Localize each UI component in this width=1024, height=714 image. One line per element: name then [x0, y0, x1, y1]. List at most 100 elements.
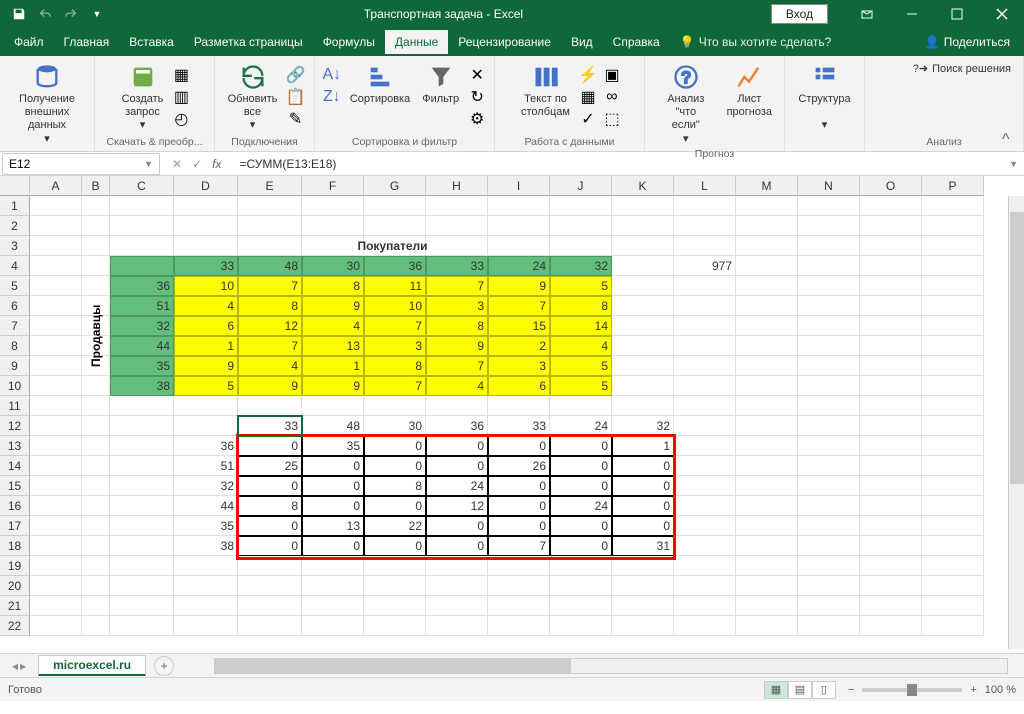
cell-D9[interactable]: 9 — [174, 356, 238, 376]
flash-fill-icon[interactable]: ⚡ — [578, 65, 598, 85]
save-icon[interactable] — [8, 3, 30, 25]
cell-D14[interactable]: 51 — [174, 456, 238, 476]
cell-H8[interactable]: 9 — [426, 336, 488, 356]
sort-button[interactable]: Сортировка — [346, 61, 414, 108]
cell-J13[interactable]: 0 — [550, 436, 612, 456]
row-header-15[interactable]: 15 — [0, 476, 30, 496]
cell-E4[interactable]: 48 — [238, 256, 302, 276]
cell-D6[interactable]: 4 — [174, 296, 238, 316]
collapse-ribbon-icon[interactable]: ^ — [1002, 131, 1020, 149]
cell-K12[interactable]: 32 — [612, 416, 674, 436]
filter-button[interactable]: Фильтр — [418, 61, 463, 108]
sheet-tab[interactable]: microexcel.ru — [38, 655, 146, 676]
menu-help[interactable]: Справка — [603, 30, 670, 54]
enter-icon[interactable]: ✓ — [192, 157, 202, 171]
cell-K17[interactable]: 0 — [612, 516, 674, 536]
row-header-4[interactable]: 4 — [0, 256, 30, 276]
cell-I9[interactable]: 3 — [488, 356, 550, 376]
cell-F18[interactable]: 0 — [302, 536, 364, 556]
cell-E18[interactable]: 0 — [238, 536, 302, 556]
select-all-corner[interactable] — [0, 176, 30, 196]
cell-D16[interactable]: 44 — [174, 496, 238, 516]
row-header-7[interactable]: 7 — [0, 316, 30, 336]
cell-H5[interactable]: 7 — [426, 276, 488, 296]
row-header-14[interactable]: 14 — [0, 456, 30, 476]
col-header-E[interactable]: E — [238, 176, 302, 196]
cell-J6[interactable]: 8 — [550, 296, 612, 316]
cell-E16[interactable]: 8 — [238, 496, 302, 516]
normal-view-icon[interactable]: ▦ — [764, 681, 788, 699]
row-header-2[interactable]: 2 — [0, 216, 30, 236]
new-query-button[interactable]: Создать запрос ▾ — [118, 61, 168, 135]
cell-D7[interactable]: 6 — [174, 316, 238, 336]
cell-J17[interactable]: 0 — [550, 516, 612, 536]
consolidate-icon[interactable]: ▣ — [602, 65, 622, 85]
menu-layout[interactable]: Разметка страницы — [184, 30, 313, 54]
col-header-J[interactable]: J — [550, 176, 612, 196]
col-header-P[interactable]: P — [922, 176, 984, 196]
cell-G12[interactable]: 30 — [364, 416, 426, 436]
cell-D13[interactable]: 36 — [174, 436, 238, 456]
cell-J10[interactable]: 5 — [550, 376, 612, 396]
relationships-icon[interactable]: ∞ — [602, 87, 622, 107]
zoom-out-icon[interactable]: − — [848, 684, 854, 696]
cell-E14[interactable]: 25 — [238, 456, 302, 476]
clear-filter-icon[interactable]: ✕ — [467, 65, 487, 85]
cell-G5[interactable]: 11 — [364, 276, 426, 296]
cell-D15[interactable]: 32 — [174, 476, 238, 496]
col-header-C[interactable]: C — [110, 176, 174, 196]
col-header-D[interactable]: D — [174, 176, 238, 196]
cell-I16[interactable]: 0 — [488, 496, 550, 516]
menu-review[interactable]: Рецензирование — [448, 30, 561, 54]
cell-I13[interactable]: 0 — [488, 436, 550, 456]
col-header-L[interactable]: L — [674, 176, 736, 196]
cell-E7[interactable]: 12 — [238, 316, 302, 336]
cell-G14[interactable]: 0 — [364, 456, 426, 476]
col-header-I[interactable]: I — [488, 176, 550, 196]
row-header-20[interactable]: 20 — [0, 576, 30, 596]
cell-E17[interactable]: 0 — [238, 516, 302, 536]
cell-H14[interactable]: 0 — [426, 456, 488, 476]
connections-icon[interactable]: 🔗 — [285, 65, 305, 85]
menu-tell[interactable]: 💡Что вы хотите сделать? — [670, 30, 842, 54]
cell-J7[interactable]: 14 — [550, 316, 612, 336]
advanced-icon[interactable]: ⚙ — [467, 109, 487, 129]
cell-E12[interactable]: 33 — [238, 416, 302, 436]
get-external-data-button[interactable]: Получение внешних данных ▾ — [8, 61, 86, 148]
cell-E10[interactable]: 9 — [238, 376, 302, 396]
cell-L4[interactable]: 977 — [674, 256, 736, 276]
cell-C6[interactable]: 51 — [110, 296, 174, 316]
cell-G15[interactable]: 8 — [364, 476, 426, 496]
col-header-K[interactable]: K — [612, 176, 674, 196]
add-sheet-button[interactable]: + — [154, 656, 174, 676]
reapply-icon[interactable]: ↻ — [467, 87, 487, 107]
cell-H9[interactable]: 7 — [426, 356, 488, 376]
cell-F7[interactable]: 4 — [302, 316, 364, 336]
col-header-H[interactable]: H — [426, 176, 488, 196]
cell-I14[interactable]: 26 — [488, 456, 550, 476]
row-header-13[interactable]: 13 — [0, 436, 30, 456]
tab-next-icon[interactable]: ▸ — [20, 659, 26, 673]
cell-C9[interactable]: 35 — [110, 356, 174, 376]
cell-F4[interactable]: 30 — [302, 256, 364, 276]
from-table-icon[interactable]: ▥ — [171, 87, 191, 107]
cell-D18[interactable]: 38 — [174, 536, 238, 556]
cell-I4[interactable]: 24 — [488, 256, 550, 276]
structure-button[interactable]: Структура▾ — [794, 61, 854, 135]
cell-F9[interactable]: 1 — [302, 356, 364, 376]
cell-C4[interactable] — [110, 256, 174, 276]
cell-H7[interactable]: 8 — [426, 316, 488, 336]
close-icon[interactable] — [979, 0, 1024, 28]
tab-nav[interactable]: ◂▸ — [0, 659, 38, 673]
cell-F8[interactable]: 13 — [302, 336, 364, 356]
menu-home[interactable]: Главная — [54, 30, 120, 54]
manage-model-icon[interactable]: ⬚ — [602, 109, 622, 129]
menu-formulas[interactable]: Формулы — [313, 30, 385, 54]
row-header-18[interactable]: 18 — [0, 536, 30, 556]
row-header-1[interactable]: 1 — [0, 196, 30, 216]
cell-D4[interactable]: 33 — [174, 256, 238, 276]
cell-I12[interactable]: 33 — [488, 416, 550, 436]
cell-G7[interactable]: 7 — [364, 316, 426, 336]
fx-icon[interactable]: fx — [212, 157, 221, 171]
cell-I8[interactable]: 2 — [488, 336, 550, 356]
